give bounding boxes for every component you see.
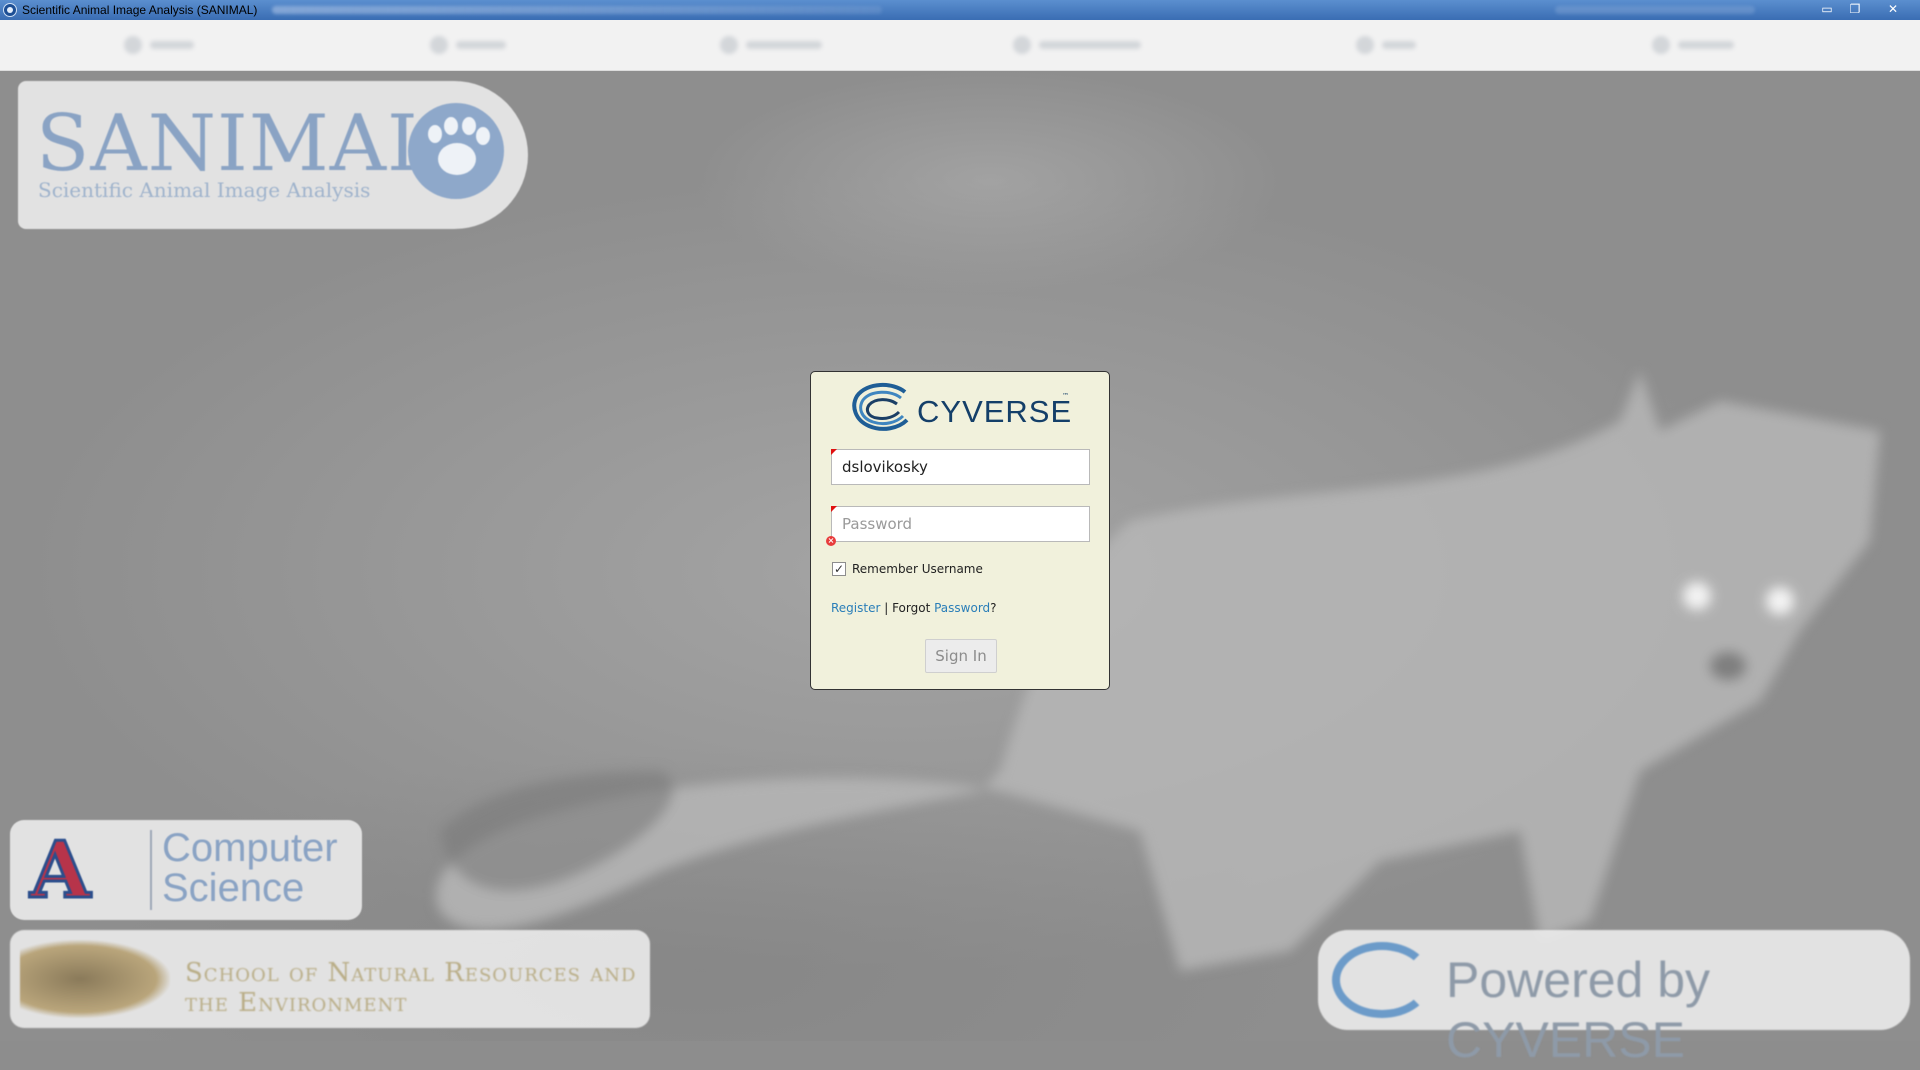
ua-computer-science-logo: A Computer Science [10, 820, 362, 920]
snre-logo: School of Natural Resources and the Envi… [10, 930, 650, 1028]
window-title-bar[interactable]: Scientific Animal Image Analysis (SANIMA… [0, 0, 1920, 20]
ua-logo-line2: Science [162, 866, 305, 910]
restore-button[interactable]: ❐ [1844, 1, 1866, 17]
cyverse-swoosh-icon [1332, 942, 1432, 1018]
powered-by-cyverse-logo: Powered by CYVERSE [1318, 930, 1910, 1068]
sanimal-logo-subtitle: Scientific Animal Image Analysis [38, 178, 371, 202]
home-icon [124, 36, 142, 54]
ua-logo-line1: Computer [162, 826, 338, 870]
cyverse-logo: CYVERSE ™ [849, 380, 1073, 436]
tab-settings [1652, 36, 1734, 54]
window-title: Scientific Animal Image Analysis (SANIMA… [22, 3, 258, 17]
question-mark: ? [990, 601, 997, 615]
app-icon [3, 3, 17, 17]
tab-import [430, 36, 506, 54]
login-dialog: CYVERSE ™ × ✓ Remember Username Register… [810, 371, 1110, 690]
blurred-path-text [272, 6, 882, 14]
sanimal-logo: SANIMAL Scientific Animal Image Analysis [18, 81, 528, 229]
minimize-button[interactable]: ▭ [1816, 1, 1838, 17]
cyverse-swoosh-icon [852, 383, 909, 431]
sign-in-button[interactable]: Sign In [925, 639, 997, 673]
register-link[interactable]: Register [831, 601, 880, 615]
ua-logo-divider [150, 830, 152, 910]
paw-icon [408, 103, 504, 199]
ua-logo-letter: A [29, 825, 93, 916]
map-icon [1356, 36, 1374, 54]
forgot-text: | Forgot [880, 601, 935, 615]
remember-username-option[interactable]: ✓ Remember Username [832, 562, 983, 576]
tab-collections [720, 36, 822, 54]
search-icon [1013, 36, 1031, 54]
required-indicator [831, 449, 837, 455]
ua-logo-text: Computer Science [162, 828, 338, 908]
blurred-status-text [1555, 6, 1755, 14]
cyverse-trademark: ™ [1062, 392, 1069, 400]
main-tab-bar [0, 20, 1920, 71]
sanimal-logo-word: SANIMAL [36, 99, 440, 189]
gear-icon [1652, 36, 1670, 54]
close-button[interactable]: ✕ [1882, 1, 1904, 17]
arizona-map-icon [20, 940, 170, 1018]
cyverse-logo-word: CYVERSE [917, 394, 1073, 429]
tab-analysis [1013, 36, 1141, 54]
import-icon [430, 36, 448, 54]
powered-by-text: Powered by CYVERSE [1446, 952, 1711, 1068]
tab-map [1356, 36, 1416, 54]
account-links: Register | Forgot Password? [831, 601, 997, 615]
forgot-password-link[interactable]: Password [934, 601, 990, 615]
password-input[interactable] [831, 506, 1090, 542]
error-icon: × [826, 536, 836, 546]
collections-icon [720, 36, 738, 54]
snre-logo-text: School of Natural Resources and the Envi… [185, 958, 637, 1018]
tab-home [124, 36, 194, 54]
remember-username-checkbox[interactable]: ✓ [832, 562, 846, 576]
required-indicator [831, 506, 837, 512]
remember-username-label: Remember Username [852, 562, 983, 576]
username-input[interactable] [831, 449, 1090, 485]
